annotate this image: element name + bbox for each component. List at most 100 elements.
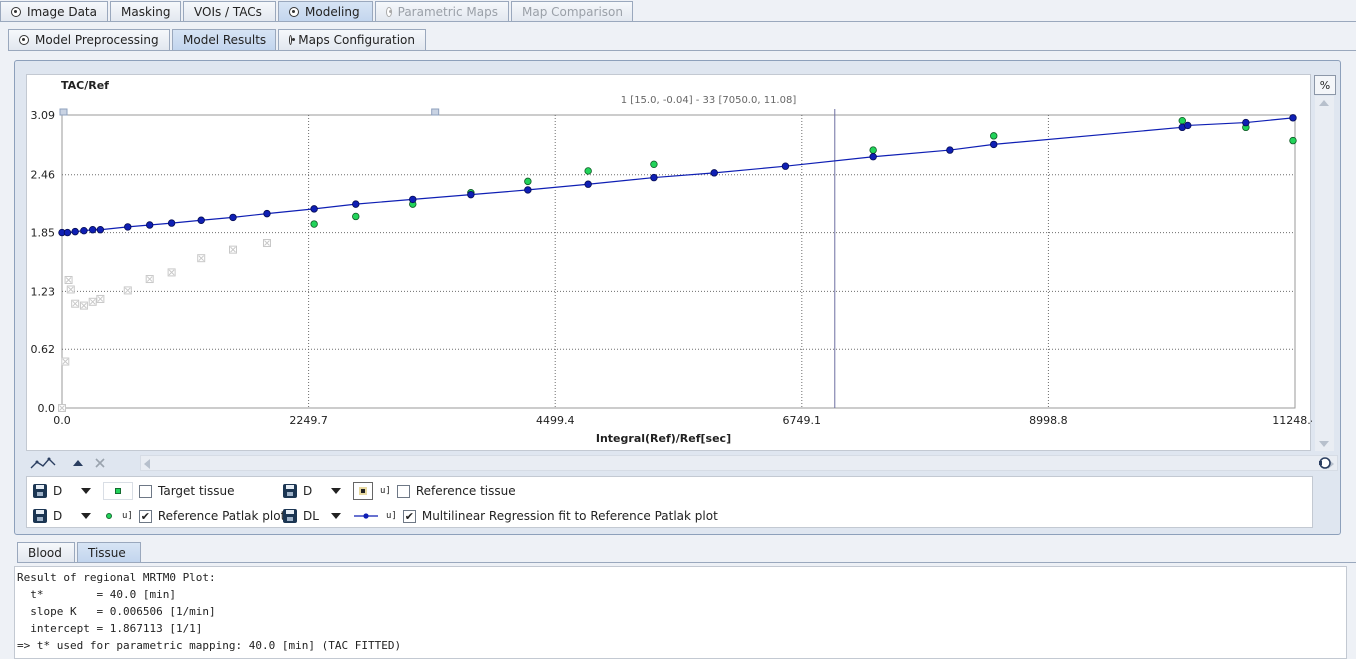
x-tick-label: 8998.8 — [1029, 414, 1068, 427]
result-line: => t* used for parametric mapping: 40.0 … — [17, 639, 402, 652]
legend-mode[interactable]: D — [303, 484, 325, 498]
x-tick-label: 6749.1 — [783, 414, 822, 427]
plot-panel[interactable]: 0.0 2249.7 4499.4 6749.1 8998.8 11248.4 0.0 0.6… — [26, 74, 1313, 452]
save-disk-icon[interactable] — [33, 509, 47, 523]
save-disk-icon[interactable] — [33, 484, 47, 498]
fit-point — [409, 195, 417, 204]
green-dot-icon — [103, 507, 115, 525]
fit-point — [96, 226, 105, 234]
subtab-model-preprocessing[interactable]: Model Preprocessing — [8, 29, 170, 50]
chevron-down-icon[interactable] — [81, 488, 91, 494]
legend-label: Reference tissue — [415, 484, 516, 498]
fit-point — [88, 226, 97, 234]
reference-tissue-point — [61, 357, 70, 366]
mlr-fit-checkbox[interactable]: ✔ — [402, 509, 416, 523]
tab-label: Masking — [121, 5, 171, 19]
scroll-up-icon[interactable] — [1319, 100, 1329, 106]
tab-masking[interactable]: Masking — [110, 1, 181, 22]
modeling-subtabbar: Model Preprocessing Model Results Maps Con… — [8, 29, 428, 50]
reference-tissue-point — [123, 286, 132, 295]
tab-parametric-maps[interactable]: Parametric Maps — [375, 1, 509, 22]
radio-icon — [19, 35, 29, 45]
tab-label: Modeling — [305, 5, 360, 19]
reference-tissue-checkbox[interactable] — [396, 484, 410, 498]
fit-point — [1242, 118, 1250, 127]
legend-mode[interactable]: D — [53, 484, 75, 498]
black-box-icon — [353, 482, 373, 500]
line-style-icon[interactable] — [28, 453, 58, 473]
main-tabbar: Image Data Masking VOIs / TACs Modeling Para… — [0, 1, 635, 22]
subtab-maps-configuration[interactable]: Maps Configuration — [278, 29, 426, 50]
scroll-down-icon[interactable] — [1319, 441, 1329, 447]
y-tick-label: 3.09 — [31, 109, 56, 122]
tab-map-comparison[interactable]: Map Comparison — [511, 1, 633, 22]
fit-point — [1184, 121, 1192, 130]
reference-tissue-point — [229, 245, 238, 254]
legend-label: Target tissue — [158, 484, 235, 498]
tab-label: Blood — [28, 545, 62, 560]
legend-mlr-fit: DL u] ✔ Multilinear Regression fit to Re… — [283, 504, 718, 528]
range-start-handle — [59, 108, 68, 116]
radio-icon — [289, 7, 299, 17]
result-text-area[interactable]: Result of regional MRTM0 Plot: t* = 40.0… — [14, 566, 1347, 659]
reference-tissue-point — [64, 275, 73, 284]
tab-label: Model Results — [183, 33, 267, 47]
result-tab-tissue[interactable]: Tissue — [77, 542, 141, 562]
subtab-model-results[interactable]: Model Results — [172, 29, 276, 50]
reference-patlak-checkbox[interactable]: ✔ — [138, 509, 152, 523]
target-tissue-checkbox[interactable] — [139, 484, 152, 498]
save-disk-icon[interactable] — [283, 484, 297, 498]
y-tick-label: 2.46 — [31, 169, 56, 182]
chevron-down-icon[interactable] — [331, 488, 341, 494]
x-tick-label: 11248.4 — [1272, 414, 1312, 427]
chevron-down-icon[interactable] — [331, 513, 341, 519]
fit-point — [310, 205, 318, 213]
plot-border — [61, 114, 1296, 409]
tab-label: Model Preprocessing — [35, 33, 159, 47]
tab-image-data[interactable]: Image Data — [0, 1, 108, 22]
fit-point — [1289, 114, 1297, 122]
zoom-circle-icon[interactable] — [1317, 453, 1333, 473]
fit-point — [124, 223, 132, 231]
radio-icon — [386, 7, 392, 17]
patlak-point — [990, 132, 998, 140]
reference-tissue-point — [145, 275, 154, 284]
y-tick-label: 1.85 — [31, 227, 56, 240]
percent-button[interactable]: % — [1314, 75, 1336, 95]
fit-point — [650, 173, 658, 182]
radio-icon — [289, 35, 296, 45]
tab-vois-tacs[interactable]: VOIs / TACs — [183, 1, 276, 22]
range-mid-handle — [431, 108, 440, 116]
ul-icon: u] — [122, 511, 133, 521]
reference-tissue-point — [79, 301, 88, 310]
legend-target-tissue: D Target tissue — [33, 479, 234, 503]
horizontal-scrollbar[interactable] — [140, 455, 1338, 471]
fit-point — [197, 216, 205, 224]
fit-line — [62, 117, 1294, 234]
bottom-tab-divider — [17, 562, 1356, 563]
fit-point — [584, 180, 592, 188]
ul-icon: u] — [386, 511, 397, 521]
curve-legend: D Target tissue D u] Reference tissue D … — [26, 476, 1313, 528]
y-tick-label: 0.62 — [31, 343, 56, 356]
tab-modeling[interactable]: Modeling — [278, 1, 373, 22]
legend-mode[interactable]: DL — [303, 509, 325, 523]
result-tab-blood[interactable]: Blood — [17, 542, 75, 562]
close-icon[interactable] — [92, 453, 108, 473]
patlak-point — [650, 160, 658, 169]
scroll-left-icon[interactable] — [144, 459, 150, 469]
reference-tissue-point — [71, 299, 80, 308]
result-line: t* = 40.0 [min] — [17, 588, 176, 601]
vertical-scrollbar[interactable] — [1315, 96, 1334, 451]
chevron-down-icon[interactable] — [81, 513, 91, 519]
tab-label: Image Data — [26, 5, 97, 19]
save-disk-icon[interactable] — [283, 509, 297, 523]
patlak-point — [869, 146, 877, 154]
radio-icon — [11, 7, 21, 17]
ul-icon: u] — [380, 486, 391, 496]
percent-label: % — [1319, 78, 1331, 92]
main-tab-divider — [0, 21, 1356, 22]
triangle-up-icon[interactable] — [70, 453, 86, 473]
legend-mode[interactable]: D — [53, 509, 75, 523]
patlak-chart[interactable]: 0.0 2249.7 4499.4 6749.1 8998.8 11248.4 0.0 0.6… — [27, 75, 1313, 452]
